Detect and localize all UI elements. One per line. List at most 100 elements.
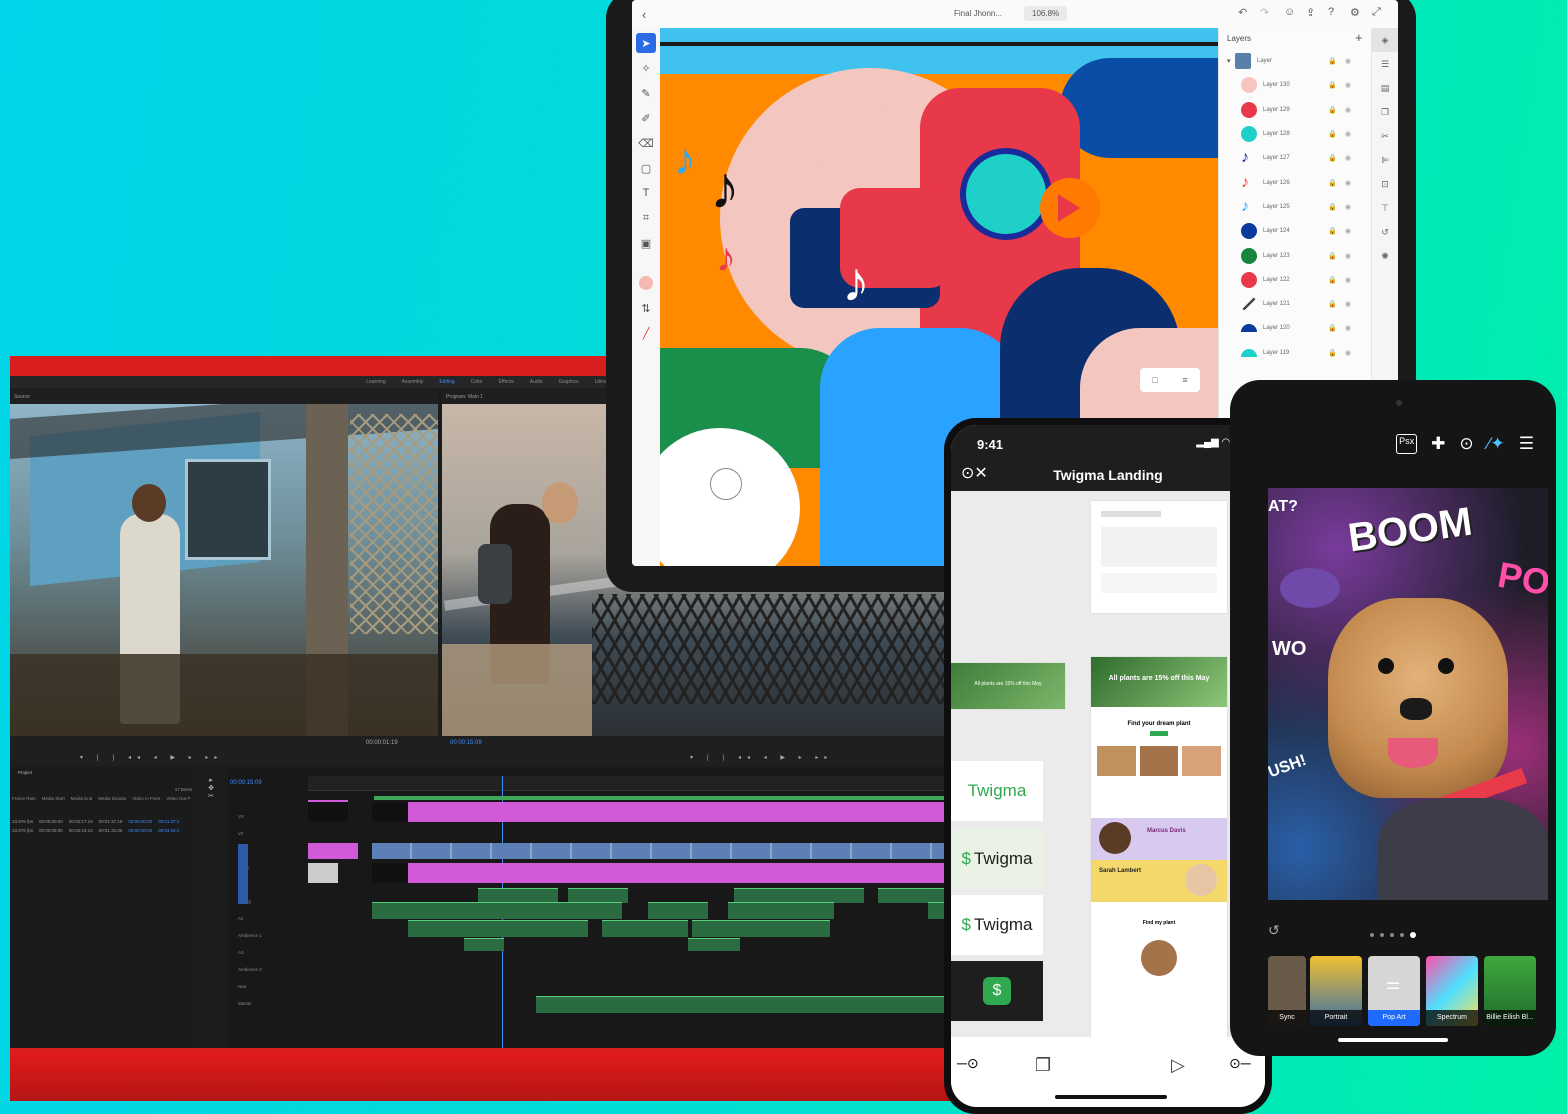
track-label[interactable]: V3: [238, 808, 298, 825]
track-label[interactable]: V2: [238, 825, 298, 842]
col-media-duration[interactable]: Media Duratio: [98, 796, 126, 801]
list-view-icon[interactable]: ≡: [1182, 375, 1187, 385]
play-circle-icon[interactable]: ⊙: [1459, 434, 1473, 454]
track-label[interactable]: A3: [238, 944, 298, 961]
profile-card[interactable]: Marcus Davis: [1091, 818, 1227, 860]
track-target-v1[interactable]: [238, 844, 248, 904]
table-row[interactable]: 23.976 fps 00:00:00:00 00:03:17:19 00:01…: [10, 805, 198, 826]
col-video-in[interactable]: Video In Point: [132, 796, 160, 801]
settings-gear-icon[interactable]: ⚙: [1350, 6, 1360, 19]
back-chevron-icon[interactable]: ‹: [642, 7, 646, 22]
track-label[interactable]: A2: [238, 910, 298, 927]
clip[interactable]: [308, 843, 358, 859]
col-media-start[interactable]: Media Start: [42, 796, 65, 801]
filter-thumbnail[interactable]: Spectrum: [1426, 956, 1478, 1026]
magic-wand-icon[interactable]: ⁄✦: [1488, 434, 1505, 454]
psx-icon[interactable]: Psx: [1396, 434, 1418, 454]
copy-icon[interactable]: ❐: [1372, 100, 1398, 124]
lock-visibility-icons[interactable]: 🔒◉: [1328, 349, 1359, 357]
profile-card[interactable]: Sarah Lambert: [1091, 860, 1227, 902]
lock-visibility-icons[interactable]: 🔒◉: [1328, 324, 1359, 332]
clip[interactable]: [408, 802, 970, 822]
adjustments-icon[interactable]: ☰: [1372, 52, 1398, 76]
line-icon[interactable]: ╱: [636, 323, 656, 343]
landing-frame[interactable]: All plants are 15% off this May Find you…: [1091, 657, 1227, 1037]
table-row[interactable]: 23.976 fps 00:00:05:00 00:03:24:13 00:01…: [10, 826, 198, 835]
audio-clip[interactable]: [728, 902, 834, 919]
logo-card[interactable]: $: [951, 961, 1043, 1021]
lock-visibility-icons[interactable]: 🔒◉: [1328, 276, 1359, 284]
color-swatch[interactable]: [636, 273, 656, 293]
col-frame-rate[interactable]: Frame Rate: [12, 796, 36, 801]
audio-clip-music[interactable]: [536, 996, 970, 1013]
cta-button[interactable]: [1150, 731, 1168, 736]
undo-icon[interactable]: ↶: [1238, 6, 1247, 19]
page-dot-active[interactable]: [1410, 932, 1416, 938]
add-layer-icon[interactable]: +: [1355, 30, 1363, 45]
filter-thumbnail[interactable]: Sync: [1268, 956, 1306, 1026]
filter-thumbnail[interactable]: Portrait: [1310, 956, 1362, 1026]
brush-cursor[interactable]: [710, 468, 742, 500]
curve-icon[interactable]: ↺: [1372, 220, 1398, 244]
audio-clip[interactable]: [734, 888, 864, 903]
lock-visibility-icons[interactable]: 🔒◉: [1328, 106, 1359, 114]
play-icon[interactable]: ▷: [1171, 1055, 1185, 1076]
tab-editing[interactable]: Editing: [439, 379, 454, 385]
tab-color[interactable]: Color: [471, 379, 483, 385]
single-view-icon[interactable]: □: [1152, 375, 1157, 385]
crop-icon[interactable]: ⌗: [636, 208, 656, 228]
filter-thumbnail-selected[interactable]: ⚌ Pop Art: [1368, 956, 1420, 1026]
program-transport-controls[interactable]: ▾ { } ◂◂ ◂ ▶ ▸ ▸▸: [690, 754, 833, 761]
tab-audio[interactable]: Audio: [530, 379, 543, 385]
lock-visibility-icons[interactable]: 🔒◉: [1328, 154, 1359, 162]
track-name[interactable]: Master: [238, 995, 298, 1012]
col-video-out[interactable]: Video Out P: [166, 796, 190, 801]
prototype-connector-icon[interactable]: ⊙─: [1229, 1055, 1251, 1072]
logo-card[interactable]: $ Twigma: [951, 829, 1043, 889]
product-card[interactable]: [1097, 746, 1136, 776]
track-name[interactable]: Ambience 1: [238, 927, 298, 944]
export-icon[interactable]: ⇪: [1306, 6, 1315, 19]
audio-clip[interactable]: [688, 938, 740, 951]
tab-assembly[interactable]: Assembly: [402, 379, 424, 385]
track-name[interactable]: Ambience 2: [238, 961, 298, 978]
filter-thumbnail[interactable]: Billie Eilish Bl...: [1484, 956, 1536, 1026]
adjustment-clip[interactable]: [374, 796, 970, 800]
page-dot[interactable]: [1390, 933, 1394, 937]
select-tool-icon[interactable]: ➤: [636, 33, 656, 53]
redo-icon[interactable]: ↷: [1260, 6, 1269, 19]
transform-icon[interactable]: ⊡: [1372, 172, 1398, 196]
audio-clip[interactable]: [372, 902, 622, 919]
audio-clip[interactable]: [692, 920, 830, 937]
source-transport-controls[interactable]: ▾ { } ◂◂ ◂ ▶ ▸ ▸▸: [80, 754, 223, 761]
share-people-icon[interactable]: ☺: [1284, 6, 1295, 18]
lock-visibility-icons[interactable]: 🔒◉: [1328, 179, 1359, 187]
pencil-icon[interactable]: ✐: [636, 108, 656, 128]
settings-icon[interactable]: ✺: [1372, 244, 1398, 268]
magic-select-icon[interactable]: ✧: [636, 58, 656, 78]
collapse-chevron-icon[interactable]: ▾: [1227, 57, 1231, 65]
prototype-connector-icon[interactable]: ─⊙: [957, 1055, 979, 1072]
help-icon[interactable]: ?: [1328, 6, 1334, 18]
scissors-icon[interactable]: ✂: [1372, 124, 1398, 148]
product-card[interactable]: [1182, 746, 1222, 776]
align-icon[interactable]: ⊫: [1372, 148, 1398, 172]
tab-learning[interactable]: Learning: [366, 379, 385, 385]
audio-clip[interactable]: [648, 902, 708, 919]
logo-card[interactable]: $ Twigma: [951, 895, 1043, 955]
undo-circle-icon[interactable]: ↺: [1268, 922, 1280, 939]
source-video-frame[interactable]: [10, 404, 438, 736]
col-media-end[interactable]: Media End: [71, 796, 93, 801]
audio-clip[interactable]: [568, 888, 628, 903]
clip[interactable]: [308, 802, 348, 822]
clip[interactable]: [372, 863, 408, 883]
checkout-frame[interactable]: [1091, 501, 1227, 613]
text-frame-icon[interactable]: ⊤: [1372, 196, 1398, 220]
eraser-icon[interactable]: ⌫: [636, 133, 656, 153]
brush-icon[interactable]: ✎: [636, 83, 656, 103]
time-ruler[interactable]: [308, 776, 970, 791]
tab-graphics[interactable]: Graphics: [559, 379, 579, 385]
lock-visibility-icons[interactable]: 🔒◉: [1328, 203, 1359, 211]
text-icon[interactable]: T: [636, 183, 656, 203]
document-title[interactable]: Final Jhonn...: [954, 9, 1002, 18]
